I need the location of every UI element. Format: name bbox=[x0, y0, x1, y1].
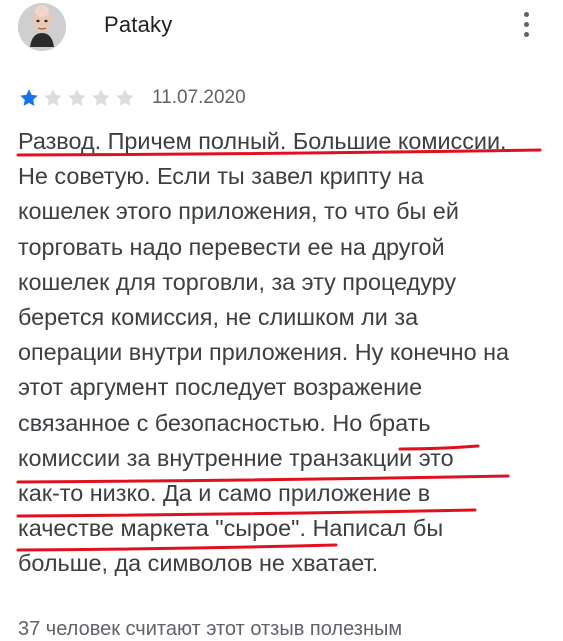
star-rating bbox=[18, 87, 138, 109]
review-line: связанное с безопасностью. Но брать bbox=[18, 409, 431, 436]
review-line: операции внутри приложения. Ну конечно н… bbox=[18, 339, 510, 366]
user-avatar-icon[interactable] bbox=[18, 3, 66, 51]
review-line: Развод. Причем полный. Большие комиссии. bbox=[18, 128, 507, 154]
review-header: Pataky bbox=[0, 0, 563, 60]
review-line: кошелек этого приложения, то что бы ей bbox=[18, 198, 459, 225]
review-date: 11.07.2020 bbox=[152, 87, 246, 108]
helpful-count: 37 человек считают этот отзыв полезным bbox=[18, 618, 403, 640]
review-line: качестве маркета "сырое". Написал бы bbox=[18, 515, 444, 542]
review-line: комиссии за внутренние транзакции это bbox=[18, 444, 454, 471]
star-empty-icon bbox=[92, 89, 110, 106]
reviewer-name: Pataky bbox=[104, 12, 173, 37]
review-line: торговать надо перевести ее на другой bbox=[18, 233, 445, 260]
more-vert-icon[interactable] bbox=[512, 6, 540, 42]
star-empty-icon bbox=[44, 89, 62, 106]
review-body: Развод. Причем полный. Большие комиссии.… bbox=[18, 124, 553, 581]
review-line: как-то низко. Да и само приложение в bbox=[18, 479, 431, 506]
star-empty-icon bbox=[68, 89, 86, 106]
rating-row: 11.07.2020 bbox=[18, 84, 246, 112]
review-line: кошелек для торговли, за эту процедуру bbox=[18, 268, 457, 295]
review-line: этот аргумент последует возражение bbox=[18, 374, 423, 401]
review-line: берется комиссия, не слишком ли за bbox=[18, 303, 419, 330]
review-line: больше, да символов не хватает. bbox=[18, 550, 379, 577]
star-empty-icon bbox=[116, 89, 134, 106]
star-filled-icon bbox=[20, 89, 38, 106]
review-line: Не советую. Если ты завел крипту на bbox=[18, 163, 424, 190]
